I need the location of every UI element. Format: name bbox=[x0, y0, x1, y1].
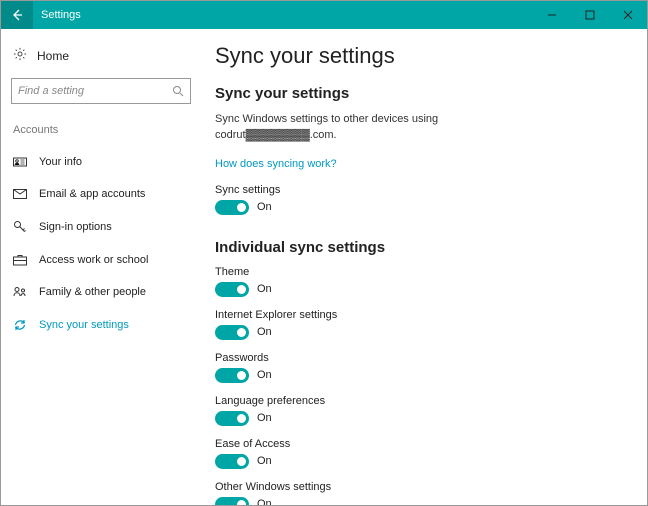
gear-icon bbox=[13, 47, 27, 64]
home-label: Home bbox=[37, 49, 69, 63]
setting-label: Theme bbox=[215, 266, 637, 278]
sidebar-item-your-info[interactable]: Your info bbox=[11, 146, 191, 178]
search-input[interactable] bbox=[18, 85, 172, 97]
toggle-theme[interactable] bbox=[215, 282, 249, 297]
maximize-button[interactable] bbox=[571, 1, 609, 29]
category-label: Accounts bbox=[13, 124, 191, 136]
people-icon bbox=[13, 286, 27, 298]
toggle-state: On bbox=[257, 326, 272, 338]
sidebar-item-label: Sync your settings bbox=[39, 319, 129, 331]
toggle-language[interactable] bbox=[215, 411, 249, 426]
setting-label: Passwords bbox=[215, 352, 637, 364]
setting-label: Sync settings bbox=[215, 184, 637, 196]
setting-ie: Internet Explorer settings On bbox=[215, 309, 637, 340]
sidebar-item-signin[interactable]: Sign-in options bbox=[11, 210, 191, 244]
toggle-passwords[interactable] bbox=[215, 368, 249, 383]
mail-icon bbox=[13, 189, 27, 199]
toggle-sync-settings[interactable] bbox=[215, 200, 249, 215]
toggle-state: On bbox=[257, 455, 272, 467]
toggle-other[interactable] bbox=[215, 497, 249, 505]
window-title: Settings bbox=[41, 9, 533, 21]
minimize-button[interactable] bbox=[533, 1, 571, 29]
toggle-ie[interactable] bbox=[215, 325, 249, 340]
setting-ease: Ease of Access On bbox=[215, 438, 637, 469]
close-button[interactable] bbox=[609, 1, 647, 29]
setting-label: Ease of Access bbox=[215, 438, 637, 450]
toggle-state: On bbox=[257, 369, 272, 381]
sidebar-item-label: Email & app accounts bbox=[39, 188, 145, 200]
sync-description: Sync Windows settings to other devices u… bbox=[215, 112, 475, 144]
sidebar-item-family[interactable]: Family & other people bbox=[11, 276, 191, 308]
sidebar-item-sync[interactable]: Sync your settings bbox=[11, 308, 191, 342]
sidebar-item-work[interactable]: Access work or school bbox=[11, 244, 191, 276]
back-arrow-icon bbox=[10, 8, 24, 22]
toggle-state: On bbox=[257, 412, 272, 424]
setting-label: Other Windows settings bbox=[215, 481, 637, 493]
page-title: Sync your settings bbox=[215, 43, 637, 69]
setting-label: Language preferences bbox=[215, 395, 637, 407]
person-card-icon bbox=[13, 156, 27, 168]
briefcase-icon bbox=[13, 254, 27, 266]
sidebar: Home Accounts Your info Email & app acco… bbox=[1, 29, 201, 505]
back-button[interactable] bbox=[1, 1, 33, 29]
sidebar-item-email[interactable]: Email & app accounts bbox=[11, 178, 191, 210]
sidebar-item-label: Family & other people bbox=[39, 286, 146, 298]
section-heading: Sync your settings bbox=[215, 85, 637, 102]
section-heading: Individual sync settings bbox=[215, 239, 637, 256]
toggle-state: On bbox=[257, 498, 272, 505]
sync-icon bbox=[13, 318, 27, 332]
titlebar: Settings bbox=[1, 1, 647, 29]
setting-other: Other Windows settings On bbox=[215, 481, 637, 505]
search-icon bbox=[172, 85, 184, 97]
toggle-ease[interactable] bbox=[215, 454, 249, 469]
toggle-state: On bbox=[257, 283, 272, 295]
setting-passwords: Passwords On bbox=[215, 352, 637, 383]
sidebar-item-label: Access work or school bbox=[39, 254, 148, 266]
sidebar-item-label: Your info bbox=[39, 156, 82, 168]
setting-language: Language preferences On bbox=[215, 395, 637, 426]
search-input-container[interactable] bbox=[11, 78, 191, 104]
how-syncing-works-link[interactable]: How does syncing work? bbox=[215, 158, 337, 170]
sidebar-item-label: Sign-in options bbox=[39, 221, 112, 233]
setting-sync-master: Sync settings On bbox=[215, 184, 637, 215]
home-link[interactable]: Home bbox=[11, 41, 191, 78]
setting-theme: Theme On bbox=[215, 266, 637, 297]
toggle-state: On bbox=[257, 201, 272, 213]
main-content: Sync your settings Sync your settings Sy… bbox=[201, 29, 647, 505]
key-icon bbox=[13, 220, 27, 234]
setting-label: Internet Explorer settings bbox=[215, 309, 637, 321]
